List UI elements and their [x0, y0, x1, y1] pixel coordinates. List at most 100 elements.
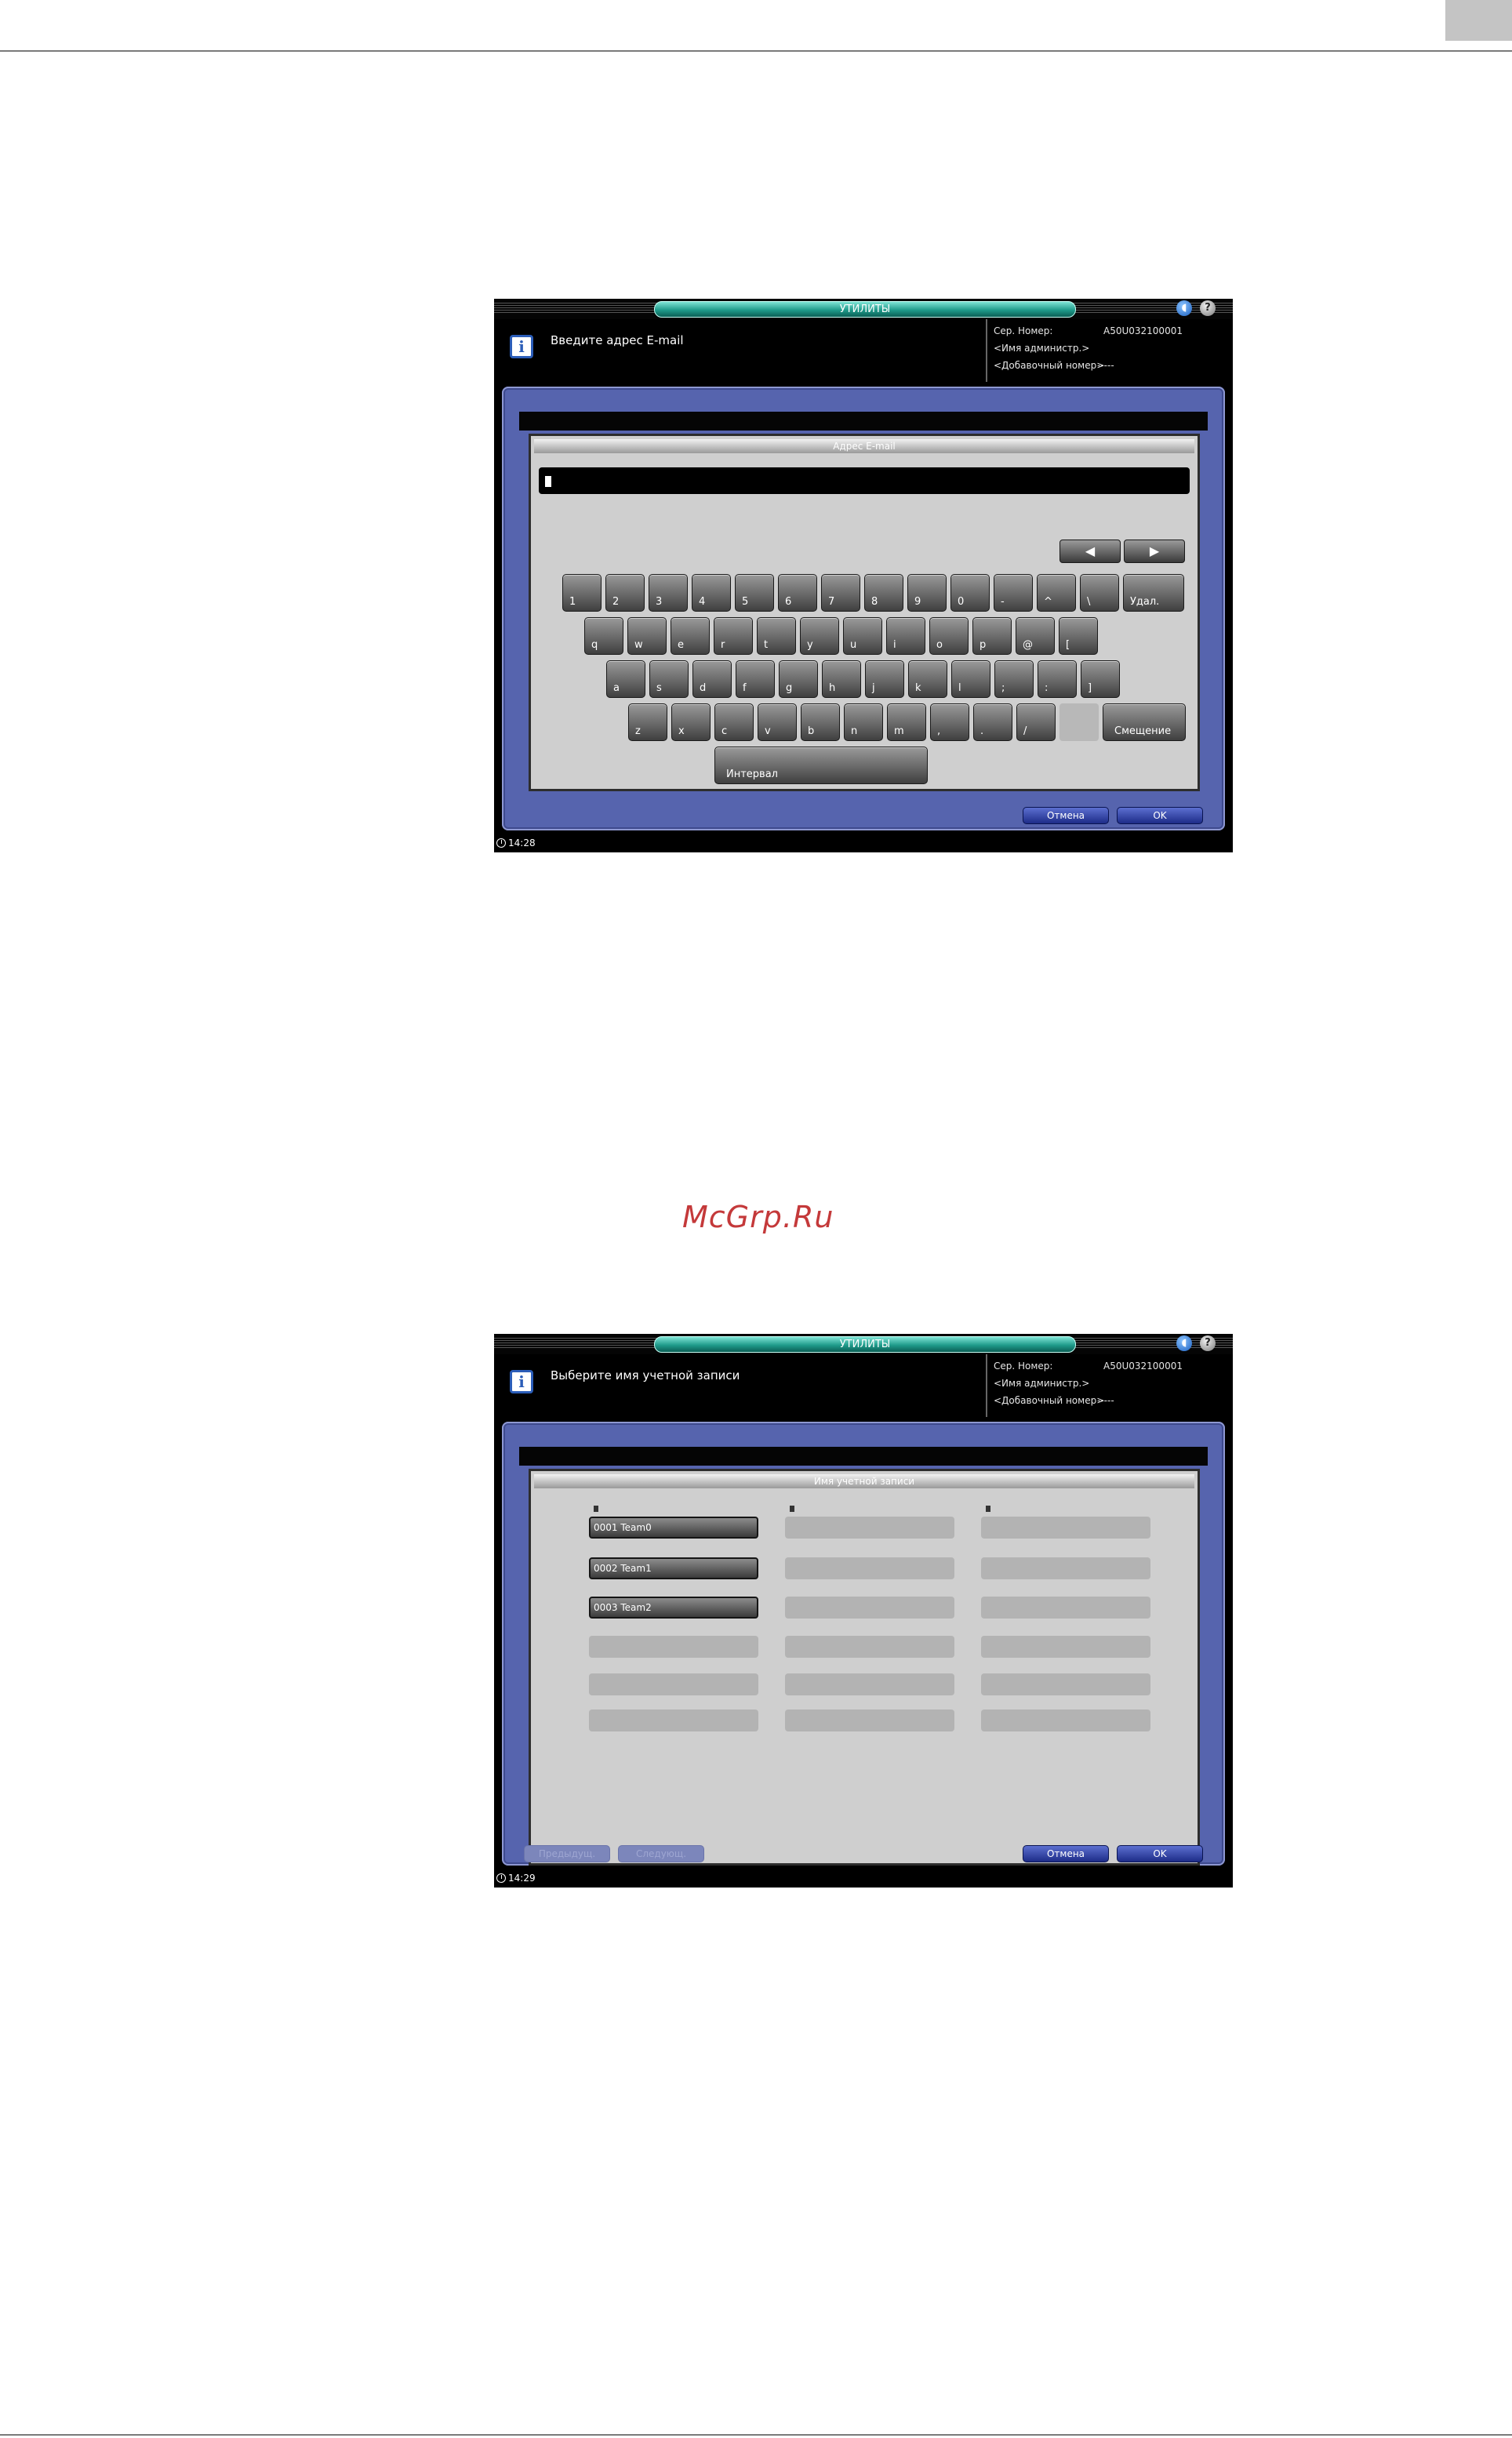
key[interactable]: 5 [735, 574, 774, 612]
screen-title: УТИЛИТЫ [654, 1336, 1076, 1353]
key[interactable]: [ [1059, 617, 1098, 655]
empty-account-slot [589, 1673, 758, 1695]
sound-icon[interactable]: ◖ [1176, 1335, 1192, 1351]
key[interactable]: 4 [692, 574, 731, 612]
help-icon[interactable]: ? [1200, 1335, 1216, 1351]
clock-icon [496, 838, 506, 848]
page-corner-tab [1445, 0, 1512, 41]
key[interactable]: 2 [605, 574, 645, 612]
key[interactable]: h [822, 660, 861, 698]
email-input[interactable] [539, 467, 1190, 494]
ok-button[interactable]: OK [1117, 807, 1203, 824]
key[interactable]: 8 [864, 574, 903, 612]
key[interactable]: b [801, 703, 840, 741]
key[interactable]: i [886, 617, 925, 655]
account-button[interactable]: 0003 Team2 [589, 1597, 758, 1619]
key[interactable]: j [865, 660, 904, 698]
key[interactable]: 0 [950, 574, 990, 612]
key[interactable]: ] [1081, 660, 1120, 698]
key[interactable]: 3 [649, 574, 688, 612]
key[interactable]: f [736, 660, 775, 698]
serial-label: Сер. Номер: [994, 325, 1053, 336]
clock-icon [496, 1873, 506, 1883]
cursor-left-button[interactable]: ◀ [1059, 540, 1121, 563]
key[interactable]: / [1016, 703, 1056, 741]
instruction-text: Выберите имя учетной записи [551, 1368, 740, 1383]
sound-icon[interactable]: ◖ [1176, 300, 1192, 316]
key[interactable]: q [584, 617, 623, 655]
empty-account-slot [981, 1710, 1150, 1731]
admin-name: <Имя администр.> [994, 1378, 1090, 1389]
key[interactable]: v [758, 703, 797, 741]
shift-key[interactable]: Смещение [1103, 703, 1186, 741]
next-page-button[interactable]: Следующ. [618, 1845, 704, 1862]
empty-account-slot [785, 1710, 954, 1731]
account-button[interactable]: 0002 Team1 [589, 1557, 758, 1579]
key[interactable]: : [1038, 660, 1077, 698]
key[interactable]: p [972, 617, 1012, 655]
empty-account-slot [981, 1597, 1150, 1619]
key[interactable]: ; [994, 660, 1034, 698]
empty-account-slot [785, 1636, 954, 1658]
cancel-button[interactable]: Отмена [1023, 1845, 1109, 1862]
key[interactable]: ^ [1037, 574, 1076, 612]
key[interactable]: t [757, 617, 796, 655]
key[interactable]: 7 [821, 574, 860, 612]
empty-account-slot [785, 1517, 954, 1539]
device-status-panel: Сер. Номер: A50U032100001 <Имя администр… [986, 319, 1233, 382]
page-top-rule [0, 50, 1512, 52]
extension-label: <Добавочный номер> [994, 360, 1105, 371]
help-icon[interactable]: ? [1200, 300, 1216, 316]
key[interactable]: 6 [778, 574, 817, 612]
key[interactable]: , [930, 703, 969, 741]
key[interactable]: . [973, 703, 1012, 741]
key[interactable]: w [627, 617, 667, 655]
key[interactable]: k [908, 660, 947, 698]
key[interactable]: 9 [907, 574, 947, 612]
ok-button[interactable]: OK [1117, 1845, 1203, 1862]
key[interactable]: l [951, 660, 990, 698]
key[interactable]: y [800, 617, 839, 655]
key[interactable]: x [671, 703, 711, 741]
cursor-right-button[interactable]: ▶ [1124, 540, 1185, 563]
delete-key[interactable]: Удал. [1123, 574, 1184, 612]
info-icon: i [510, 1370, 533, 1393]
key[interactable]: m [887, 703, 926, 741]
key[interactable]: c [714, 703, 754, 741]
key[interactable]: @ [1016, 617, 1055, 655]
panel-title: Адрес E-mail [534, 439, 1194, 453]
column-marker [594, 1506, 598, 1512]
clock: 14:29 [496, 1873, 536, 1884]
key[interactable]: u [843, 617, 882, 655]
key[interactable]: e [671, 617, 710, 655]
admin-name: <Имя администр.> [994, 343, 1090, 354]
key[interactable]: a [606, 660, 645, 698]
key[interactable]: o [929, 617, 969, 655]
previous-page-button[interactable]: Предыдущ. [524, 1845, 610, 1862]
key[interactable]: n [844, 703, 883, 741]
key[interactable]: \ [1080, 574, 1119, 612]
empty-account-slot [589, 1636, 758, 1658]
panel-title: Имя учетной записи [534, 1474, 1194, 1488]
device-status-panel: Сер. Номер: A50U032100001 <Имя администр… [986, 1354, 1233, 1417]
space-key[interactable]: Интервал [714, 747, 928, 784]
account-button[interactable]: 0001 Team0 [589, 1517, 758, 1539]
key[interactable]: d [692, 660, 732, 698]
key[interactable]: g [779, 660, 818, 698]
text-cursor [545, 475, 551, 487]
serial-value: A50U032100001 [1103, 325, 1183, 336]
extension-value: ----- [1097, 360, 1114, 371]
key[interactable]: z [628, 703, 667, 741]
serial-label: Сер. Номер: [994, 1361, 1053, 1372]
message-area: i Введите адрес E-mail [494, 319, 986, 382]
empty-account-slot [785, 1597, 954, 1619]
cancel-button[interactable]: Отмена [1023, 807, 1109, 824]
key[interactable]: r [714, 617, 753, 655]
page-bottom-rule [0, 2434, 1512, 2436]
key[interactable]: 1 [562, 574, 602, 612]
key[interactable]: s [649, 660, 689, 698]
serial-value: A50U032100001 [1103, 1361, 1183, 1372]
key[interactable]: - [994, 574, 1033, 612]
column-marker [986, 1506, 990, 1512]
watermark-text: McGrp.Ru [682, 1200, 834, 1234]
